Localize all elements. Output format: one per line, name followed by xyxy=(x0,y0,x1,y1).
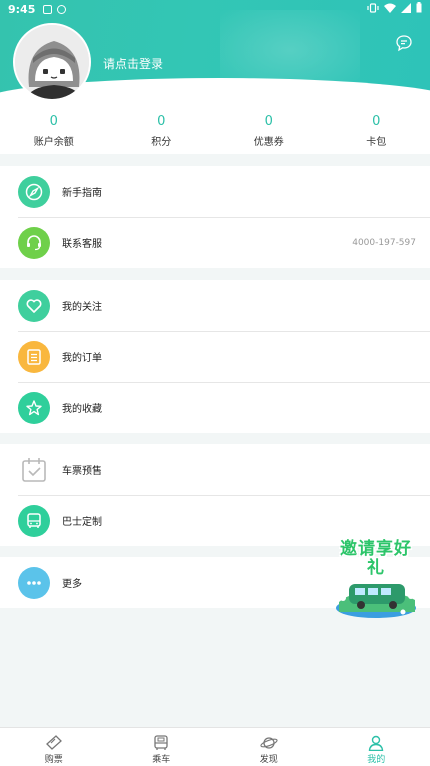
stat-value: 0 xyxy=(157,114,166,129)
headset-icon xyxy=(18,226,50,259)
menu-item-label: 车票预售 xyxy=(62,466,102,477)
avatar[interactable] xyxy=(13,23,91,101)
tab-discover[interactable]: 发现 xyxy=(215,728,323,766)
compass-icon xyxy=(18,175,50,208)
stat-points[interactable]: 0 积分 xyxy=(108,102,216,154)
stat-coupons[interactable]: 0 优惠券 xyxy=(215,102,323,154)
menu-item-label: 更多 xyxy=(62,579,82,590)
invite-promo-badge[interactable]: 邀请享好礼 xyxy=(333,540,419,620)
stat-balance[interactable]: 0 账户余额 xyxy=(0,102,108,154)
bus-tab-icon xyxy=(154,735,168,750)
tab-label: 我的 xyxy=(367,755,386,765)
bus-icon xyxy=(18,504,50,537)
notification-icon xyxy=(43,4,53,14)
star-icon xyxy=(18,391,50,424)
app-notification-icon xyxy=(57,4,67,14)
menu-item-label: 我的关注 xyxy=(62,302,102,313)
menu-item-label: 我的收藏 xyxy=(62,404,102,415)
menu-item-orders[interactable]: 我的订单 xyxy=(0,331,430,382)
menu-group-personal: 我的关注 我的订单 我的收藏 xyxy=(0,280,430,433)
heart-icon xyxy=(18,289,50,322)
message-icon[interactable] xyxy=(395,34,413,52)
stat-label: 账户余额 xyxy=(33,137,74,148)
tab-mine[interactable]: 我的 xyxy=(323,728,430,766)
wifi-icon xyxy=(384,3,396,16)
more-dots-icon xyxy=(18,566,50,599)
stat-label: 积分 xyxy=(151,137,172,148)
promo-text: 邀请享好礼 xyxy=(340,539,412,578)
menu-item-customer-service[interactable]: 联系客服 4000-197-597 xyxy=(0,217,430,268)
signal-icon xyxy=(401,2,411,16)
tab-ride[interactable]: 乘车 xyxy=(108,728,216,766)
status-bar: 9:45 xyxy=(0,0,430,18)
service-phone[interactable]: 4000-197-597 xyxy=(352,238,416,248)
menu-group-help: 新手指南 联系客服 4000-197-597 xyxy=(0,166,430,268)
menu-item-label: 联系客服 xyxy=(62,239,102,250)
battery-icon xyxy=(416,2,422,16)
tab-label: 乘车 xyxy=(152,755,171,765)
stat-value: 0 xyxy=(49,114,58,129)
menu-item-ticket-presale[interactable]: 车票预售 xyxy=(0,444,430,495)
login-prompt[interactable]: 请点击登录 xyxy=(103,55,163,72)
calendar-check-icon xyxy=(18,454,50,486)
menu-item-label: 巴士定制 xyxy=(62,517,102,528)
menu-group-services: 车票预售 巴士定制 xyxy=(0,444,430,546)
account-stats: 0 账户余额 0 积分 0 优惠券 0 卡包 xyxy=(0,102,430,154)
bottom-tab-bar: 购票 乘车 发现 我的 xyxy=(0,727,430,766)
stat-label: 优惠券 xyxy=(253,137,284,148)
stat-cards[interactable]: 0 卡包 xyxy=(323,102,430,154)
ticket-icon xyxy=(45,735,62,750)
stat-label: 卡包 xyxy=(366,137,387,148)
menu-item-label: 我的订单 xyxy=(62,353,102,364)
tab-label: 发现 xyxy=(259,755,278,765)
tab-buy-ticket[interactable]: 购票 xyxy=(0,728,108,766)
order-list-icon xyxy=(18,340,50,373)
stat-value: 0 xyxy=(372,114,381,129)
user-icon xyxy=(369,735,384,751)
status-icons xyxy=(367,2,422,16)
menu-item-favorites[interactable]: 我的收藏 xyxy=(0,382,430,433)
status-time: 9:45 xyxy=(8,2,36,16)
menu-item-label: 新手指南 xyxy=(62,188,102,199)
menu-item-guide[interactable]: 新手指南 xyxy=(0,166,430,217)
menu-item-follow[interactable]: 我的关注 xyxy=(0,280,430,331)
vibrate-icon xyxy=(367,2,379,16)
tab-label: 购票 xyxy=(44,755,63,765)
stat-value: 0 xyxy=(264,114,273,129)
planet-icon xyxy=(260,737,278,749)
